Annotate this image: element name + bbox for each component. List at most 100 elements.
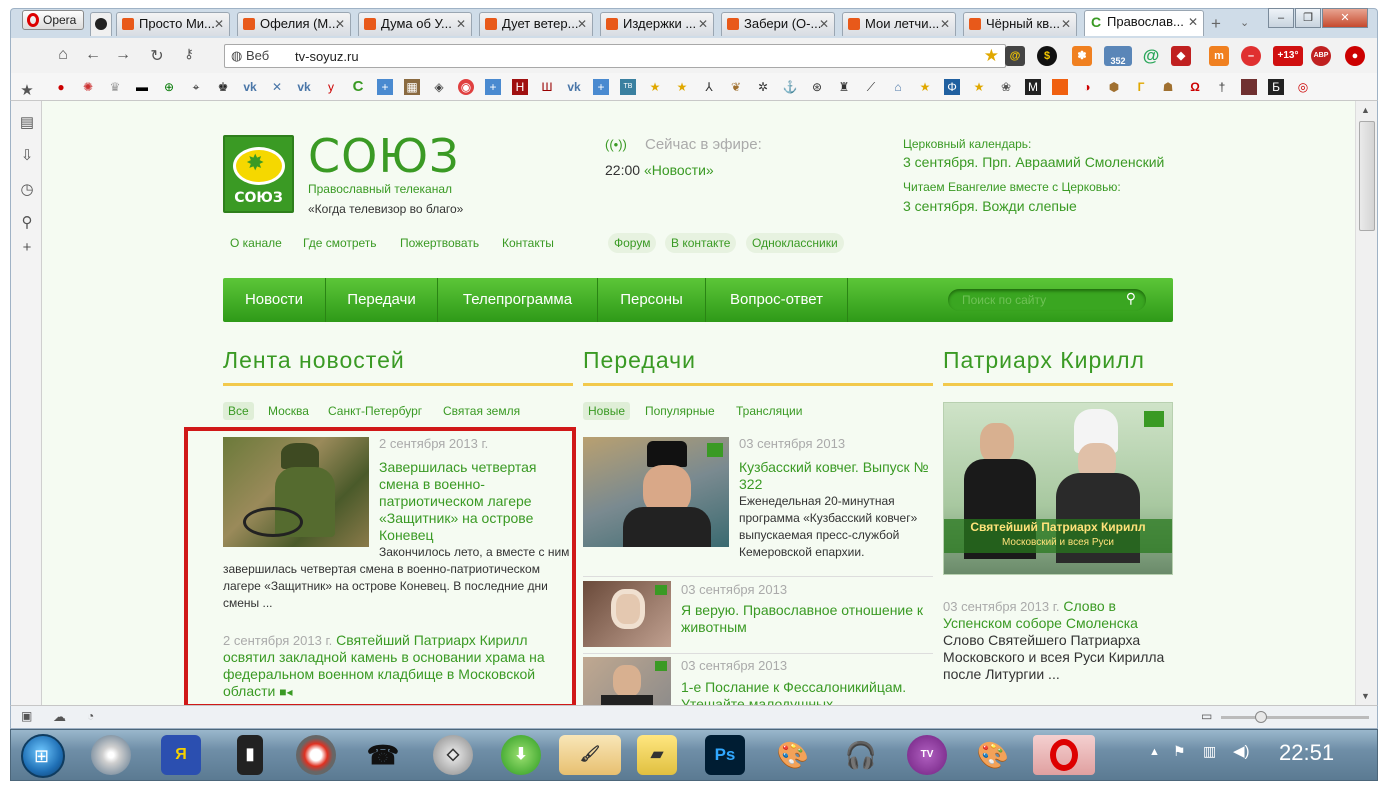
add-panel-icon[interactable]: + bbox=[18, 239, 36, 257]
nav-shows[interactable]: Передачи bbox=[326, 278, 438, 322]
nav-news[interactable]: Новости bbox=[223, 278, 326, 322]
opera-menu-button[interactable]: Opera bbox=[22, 10, 84, 30]
bookmark-icon[interactable]: ⌖ bbox=[188, 79, 204, 95]
mail-at-icon[interactable]: @ bbox=[1005, 46, 1025, 66]
tv-app-icon[interactable]: TV bbox=[907, 735, 947, 775]
news-tab-holy-land[interactable]: Святая земля bbox=[443, 404, 520, 418]
history-clock-icon[interactable]: ◷ bbox=[18, 180, 36, 198]
panel-toggle-icon[interactable]: ▣ bbox=[21, 709, 32, 723]
zoom-slider-track[interactable] bbox=[1221, 716, 1369, 719]
notes-icon[interactable]: ▤ bbox=[18, 113, 36, 131]
mail-icon[interactable]: @ bbox=[1141, 46, 1161, 66]
translate-icon[interactable]: m bbox=[1209, 46, 1229, 66]
bookmark-icon[interactable]: ⬢ bbox=[1106, 79, 1122, 95]
bookmark-icon[interactable]: ⟋ bbox=[863, 79, 879, 95]
browser-tab[interactable]: Мои летчи... ✕ bbox=[842, 12, 956, 36]
close-window-button[interactable]: ✕ bbox=[1322, 8, 1368, 28]
vk-icon[interactable]: vk bbox=[242, 79, 258, 95]
link-contacts[interactable]: Контакты bbox=[502, 236, 554, 250]
audio-editor-icon[interactable]: 🎧 bbox=[841, 735, 881, 775]
tab-close-icon[interactable]: ✕ bbox=[456, 13, 466, 35]
dollar-extension-icon[interactable]: $ bbox=[1037, 46, 1057, 66]
block-icon[interactable]: – bbox=[1241, 46, 1261, 66]
bookmark-icon[interactable]: † bbox=[1214, 79, 1230, 95]
search-icon[interactable]: ⚲ bbox=[18, 213, 36, 231]
forward-icon[interactable]: → bbox=[113, 46, 133, 64]
bookmark-icon[interactable]: Ш bbox=[539, 79, 555, 95]
bookmark-icon[interactable]: ♚ bbox=[215, 79, 231, 95]
vk-icon[interactable]: vk bbox=[566, 79, 582, 95]
site-search-input[interactable]: Поиск по сайту ⚲ bbox=[948, 289, 1146, 311]
tab-close-icon[interactable]: ✕ bbox=[819, 13, 829, 35]
nav-persons[interactable]: Персоны bbox=[598, 278, 706, 322]
tab-close-icon[interactable]: ✕ bbox=[214, 13, 224, 35]
bookmark-icon[interactable]: + bbox=[593, 79, 609, 95]
bookmark-icon[interactable]: ♜ bbox=[836, 79, 852, 95]
show-thumbnail-man[interactable] bbox=[583, 657, 671, 705]
link-donate[interactable]: Пожертвовать bbox=[400, 236, 479, 250]
sticky-notes-icon[interactable]: ▰ bbox=[637, 735, 677, 775]
vertical-scrollbar[interactable]: ▲ ▼ bbox=[1355, 101, 1378, 705]
scroll-down-icon[interactable]: ▼ bbox=[1361, 691, 1370, 701]
calendar-link[interactable]: 3 сентября. Прп. Авраамий Смоленский bbox=[903, 154, 1164, 170]
counter-extension-icon[interactable]: 352 bbox=[1104, 46, 1132, 66]
bookmark-icon[interactable] bbox=[1241, 79, 1257, 95]
bookmark-icon[interactable]: ❀ bbox=[998, 79, 1014, 95]
photoshop-icon[interactable]: Ps bbox=[705, 735, 745, 775]
odnoklassniki-icon[interactable]: ✽ bbox=[1072, 46, 1092, 66]
bookmark-icon[interactable]: ▦ bbox=[404, 79, 420, 95]
bookmark-icon[interactable]: ◎ bbox=[1295, 79, 1311, 95]
news-tab-all[interactable]: Все bbox=[223, 402, 254, 420]
weather-icon[interactable]: +13° bbox=[1273, 46, 1303, 66]
bookmark-icon[interactable]: ⊛ bbox=[809, 79, 825, 95]
mp3-player-icon[interactable]: ▮ bbox=[237, 735, 263, 775]
shield-extension-icon[interactable]: ◆ bbox=[1171, 46, 1191, 66]
bookmark-icon[interactable]: M bbox=[1025, 79, 1041, 95]
bookmark-icon[interactable]: H bbox=[512, 79, 528, 95]
reload-icon[interactable]: ↻ bbox=[147, 46, 167, 66]
flag-icon[interactable]: ⚑ bbox=[1173, 743, 1186, 760]
link-vkontakte[interactable]: В контакте bbox=[665, 233, 737, 253]
scroll-up-icon[interactable]: ▲ bbox=[1361, 105, 1370, 115]
browser-tab[interactable]: Дует ветер... ✕ bbox=[479, 12, 593, 36]
bookmark-icon[interactable]: + bbox=[485, 79, 501, 95]
shows-tab-broadcasts[interactable]: Трансляции bbox=[736, 404, 802, 418]
turbo-cloud-icon[interactable]: ☁ bbox=[53, 709, 66, 725]
soyuz-bookmark-icon[interactable]: C bbox=[350, 79, 366, 95]
bookmark-icon[interactable]: ✲ bbox=[755, 79, 771, 95]
bookmark-icon[interactable]: + bbox=[377, 79, 393, 95]
gospel-link[interactable]: 3 сентября. Вожди слепые bbox=[903, 198, 1077, 214]
site-logo[interactable]: ✸ СОЮЗ bbox=[223, 135, 294, 213]
tab-close-icon[interactable]: ✕ bbox=[335, 13, 345, 35]
bookmark-icon[interactable]: ✕ bbox=[269, 79, 285, 95]
bookmark-icon[interactable]: ⌂ bbox=[890, 79, 906, 95]
pinned-tab[interactable] bbox=[90, 12, 112, 36]
bookmark-star-icon[interactable]: ★ bbox=[984, 46, 999, 66]
photoscape-icon[interactable] bbox=[296, 735, 336, 775]
bookmark-icon[interactable]: ❦ bbox=[728, 79, 744, 95]
show-item-title[interactable]: Кузбасский ковчег. Выпуск № 322 bbox=[739, 459, 935, 493]
show-thumbnail-priest[interactable] bbox=[583, 437, 729, 547]
link-about[interactable]: О канале bbox=[230, 236, 282, 250]
browser-tab[interactable]: Просто Ми... ✕ bbox=[116, 12, 230, 36]
patriarch-item[interactable]: 03 сентября 2013 г. Слово в Успенском со… bbox=[943, 598, 1173, 632]
downloads-icon[interactable]: ⇩ bbox=[18, 146, 36, 164]
bookmark-icon[interactable]: ● bbox=[53, 79, 69, 95]
browser-tab[interactable]: Дума об У... ✕ bbox=[358, 12, 472, 36]
volume-icon[interactable]: ◀) bbox=[1233, 742, 1250, 760]
network-icon[interactable]: ▥ bbox=[1203, 743, 1216, 760]
nav-qa[interactable]: Вопрос-ответ bbox=[706, 278, 848, 322]
show-thumbnail-woman[interactable] bbox=[583, 581, 671, 647]
bookmark-icon[interactable]: ◈ bbox=[431, 79, 447, 95]
bookmark-icon[interactable]: ТВ bbox=[620, 79, 636, 95]
vk-icon[interactable]: vk bbox=[296, 79, 312, 95]
browser-tab[interactable]: Офелия (М... ✕ bbox=[237, 12, 351, 36]
bookmark-icon[interactable]: ⚓ bbox=[782, 79, 798, 95]
dvd-player-icon[interactable] bbox=[91, 735, 131, 775]
nav-tv-schedule[interactable]: Телепрограмма bbox=[438, 278, 598, 322]
zoom-slider-thumb[interactable] bbox=[1255, 711, 1267, 723]
zoom-view-icon[interactable]: ▭ bbox=[1201, 709, 1212, 723]
bookmark-icon[interactable]: ⊕ bbox=[161, 79, 177, 95]
tab-close-icon[interactable]: ✕ bbox=[940, 13, 950, 35]
bookmarks-star-icon[interactable]: ★ bbox=[18, 81, 36, 99]
